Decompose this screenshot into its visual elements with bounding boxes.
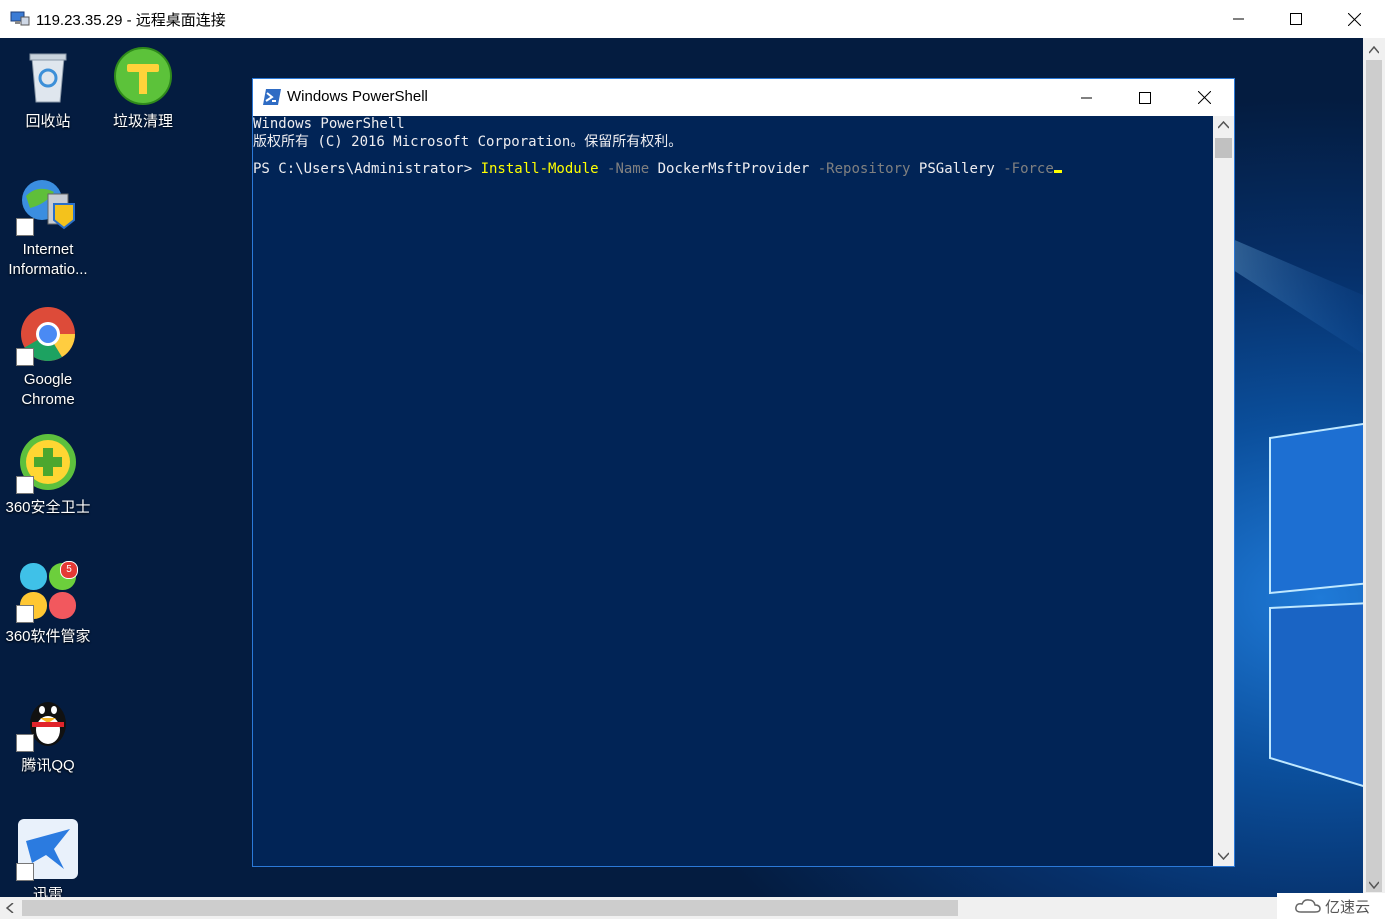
- rdp-minimize-button[interactable]: [1210, 0, 1268, 38]
- powershell-window[interactable]: Windows PowerShell Windows PowerShell 版权…: [252, 78, 1235, 867]
- shortcut-arrow-icon: [16, 218, 34, 236]
- scroll-up-icon[interactable]: [1218, 121, 1229, 129]
- desktop-icon-iis[interactable]: Internet Informatio...: [0, 174, 96, 280]
- scroll-down-icon[interactable]: [1218, 852, 1229, 860]
- desktop-icon-xunlei[interactable]: 迅雷: [0, 819, 96, 897]
- scroll-up-icon[interactable]: [1369, 46, 1379, 54]
- desktop-icon-label: 迅雷: [32, 886, 63, 897]
- desktop-icon-360-software-manager[interactable]: 5 360软件管家: [0, 561, 96, 647]
- text-cursor: [1053, 170, 1062, 173]
- powershell-icon: [263, 89, 281, 105]
- console-param-repository: -Repository: [809, 161, 911, 177]
- console-copyright-line: 版权所有 (C) 2016 Microsoft Corporation。保留所有…: [253, 134, 683, 150]
- shortcut-arrow-icon: [16, 863, 34, 881]
- console-prompt: PS C:\Users\Administrator>: [253, 161, 481, 177]
- shortcut-arrow-icon: [16, 605, 34, 623]
- recycle-bin-icon: [29, 53, 67, 103]
- desktop-icon-label: Internet Informatio...: [8, 241, 88, 278]
- notification-badge: 5: [60, 561, 78, 579]
- console-param-name: -Name: [598, 161, 650, 177]
- cloud-logo-icon: [1295, 899, 1321, 913]
- desktop-icon-label: 腾讯QQ: [21, 757, 75, 774]
- rdp-maximize-button[interactable]: [1267, 0, 1325, 38]
- desktop-icon-google-chrome[interactable]: Google Chrome: [0, 304, 96, 410]
- shortcut-arrow-icon: [16, 348, 34, 366]
- maximize-icon: [1139, 91, 1151, 104]
- minimize-icon: [1081, 97, 1092, 98]
- windows-logo-light-graphic: [1230, 238, 1363, 787]
- scroll-down-icon[interactable]: [1369, 881, 1379, 889]
- console-cmdlet: Install-Module: [480, 161, 599, 177]
- trash-cleaner-icon: [114, 47, 172, 105]
- minimize-icon: [1233, 18, 1244, 20]
- desktop-icon-trash-cleaner[interactable]: 垃圾清理: [95, 46, 191, 132]
- shortcut-arrow-icon: [16, 734, 34, 752]
- ps-maximize-button[interactable]: [1116, 79, 1174, 116]
- ps-close-button[interactable]: [1175, 79, 1233, 116]
- console-param-value: PSGallery: [910, 161, 995, 177]
- rdp-titlebar: 119.23.35.29 - 远程桌面连接: [0, 0, 1385, 38]
- powershell-window-title: Windows PowerShell: [287, 88, 428, 105]
- console-param-force: -Force: [994, 161, 1054, 177]
- powershell-titlebar[interactable]: Windows PowerShell: [253, 79, 1234, 116]
- console-banner-line: Windows PowerShell: [253, 116, 405, 132]
- console-vertical-scrollbar[interactable]: [1213, 116, 1234, 866]
- desktop-icon-label: 360安全卫士: [5, 499, 91, 516]
- rdp-vertical-scrollbar[interactable]: [1363, 38, 1385, 897]
- desktop-icon-recycle-bin[interactable]: 回收站: [0, 46, 96, 132]
- desktop-icon-360-security[interactable]: 360安全卫士: [0, 432, 96, 518]
- console-text-area[interactable]: Windows PowerShell 版权所有 (C) 2016 Microso…: [253, 116, 1213, 866]
- rdp-vertical-scroll-thumb[interactable]: [1366, 60, 1382, 892]
- console-param-value: DockerMsftProvider: [649, 161, 810, 177]
- watermark: 亿速云: [1277, 893, 1385, 919]
- ps-minimize-button[interactable]: [1058, 79, 1116, 116]
- desktop-icon-label: 360软件管家: [5, 628, 91, 645]
- desktop-icon-tencent-qq[interactable]: 腾讯QQ: [0, 690, 96, 776]
- rdp-close-button[interactable]: [1325, 0, 1383, 38]
- close-icon: [1197, 91, 1211, 104]
- desktop-icon-label: 回收站: [25, 113, 71, 130]
- rdp-horizontal-scroll-thumb[interactable]: [22, 900, 958, 916]
- scroll-left-icon[interactable]: [6, 903, 14, 913]
- rdp-horizontal-scrollbar[interactable]: [0, 897, 1385, 919]
- console-scroll-thumb[interactable]: [1215, 138, 1232, 158]
- desktop-icon-label: 垃圾清理: [112, 113, 173, 130]
- desktop-icon-label: Google Chrome: [21, 371, 75, 408]
- console-command-line: PS C:\Users\Administrator> Install-Modul…: [253, 161, 1062, 177]
- remote-desktop-icon: [10, 11, 30, 26]
- shortcut-arrow-icon: [16, 476, 34, 494]
- rdp-window-title: 119.23.35.29 - 远程桌面连接: [36, 12, 226, 29]
- close-icon: [1347, 12, 1361, 26]
- maximize-icon: [1290, 13, 1302, 25]
- watermark-text: 亿速云: [1325, 898, 1371, 916]
